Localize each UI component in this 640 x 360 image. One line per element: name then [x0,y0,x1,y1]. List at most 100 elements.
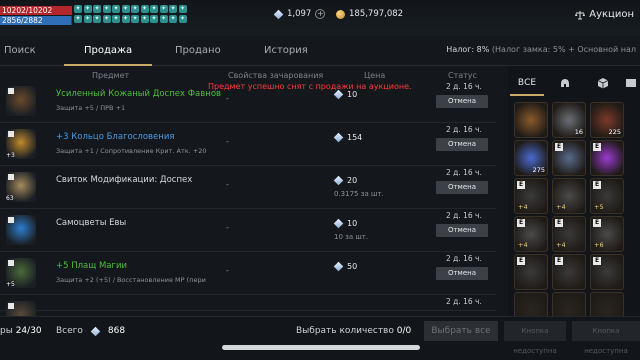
inventory-tab-all[interactable]: ВСЕ [510,70,544,96]
item-price: 154 [333,132,362,143]
slot-quantity: 16 [574,128,583,136]
item-time-left: 2 д. 16 ч. [446,297,482,306]
item-time-left: 2 д. 16 ч. [446,168,482,177]
disabled-button-1[interactable]: Кнопка недоступна [504,321,566,355]
inventory-slot[interactable]: E [514,254,548,290]
select-quantity-value: 0/0 [396,326,412,336]
disabled-button-2[interactable]: Кнопка недоступна [572,321,640,355]
buff-icon[interactable]: ✦ [93,15,101,23]
buff-icon[interactable]: ✦ [178,5,187,13]
total-earnings: Всего 868 [56,326,125,336]
buff-icon[interactable]: ✦ [83,5,92,13]
buff-icon[interactable]: ✦ [112,5,120,13]
column-enchant: Свойства зачарования [228,71,324,80]
scroll-icon [626,79,636,87]
listing-row[interactable]: 2 д. 16 ч. [0,295,496,331]
select-all-button[interactable]: Выбрать все [424,321,498,341]
mp-value: 2856/2882 [2,16,43,25]
inventory-slot[interactable]: E +4 [514,216,548,252]
enchant-badge-icon: E [555,219,563,227]
item-icon: +3 [6,129,36,159]
total-label: Всего [56,326,83,336]
item-price-value: 10 [347,219,358,228]
add-diamonds-button[interactable]: + [315,9,326,19]
tax-note: (Налог замка: 5% + Основной нал [491,45,636,54]
buff-icon[interactable]: ✦ [112,15,120,23]
inventory-slot[interactable] [514,102,548,138]
buff-icon[interactable]: ✦ [83,15,92,23]
cancel-listing-button[interactable]: Отмена [436,138,488,151]
buff-icon[interactable]: ✦ [93,5,101,13]
inventory-slot[interactable]: E [552,140,586,176]
buff-icon[interactable]: ✦ [131,5,139,13]
buff-icon[interactable]: ✦ [121,15,130,23]
buff-icon[interactable]: ✦ [121,5,130,13]
item-icon: +5 [6,258,36,288]
inventory-slot[interactable]: E [590,140,624,176]
item-price-value: 10 [347,90,358,99]
enchant-badge-icon: E [517,181,525,189]
buff-icon[interactable]: ✦ [140,5,149,13]
buff-icon[interactable]: ✦ [74,15,82,23]
diamond-icon [333,89,344,100]
inventory-slot[interactable]: +4 [552,178,586,214]
diamond-balance: 1,097 + [273,9,326,19]
cancel-listing-button[interactable]: Отмена [436,224,488,237]
listing-row[interactable]: +3 +3 Кольцо Благословения Защита +1 / Соп… [0,123,496,166]
item-price-value: 50 [347,262,358,271]
item-price: 10 [333,89,358,100]
cancel-listing-button[interactable]: Отмена [436,181,488,194]
inventory-slot[interactable]: 275 [514,140,548,176]
enchant-badge-icon: E [517,219,525,227]
buff-icon[interactable]: ✦ [74,5,82,13]
gold-coin-icon [336,9,345,19]
tab-history[interactable]: История [264,45,308,56]
inventory-tab-consumables[interactable] [586,70,620,96]
inventory-slot[interactable]: E +6 [590,216,624,252]
hp-bar: 10202/10202 [0,6,72,15]
enchant-badge-icon: E [593,143,601,151]
inventory-slot[interactable]: 225 [590,102,624,138]
buff-icon[interactable]: ✦ [150,15,158,23]
listing-row[interactable]: 63 Свиток Модификации: Доспех - 20 0.3175 за… [0,166,496,209]
buff-icon[interactable]: ✦ [178,15,187,23]
listing-row[interactable]: +5 +5 Плащ Магии Защита +2 (+5) / Восстано… [0,252,496,295]
buff-icon[interactable]: ✦ [131,15,139,23]
mp-bar: 2856/2882 [0,16,72,25]
inventory-slot[interactable]: E +4 [514,178,548,214]
tab-sell[interactable]: Продажа [84,45,132,56]
buff-icon[interactable]: ✦ [140,15,149,23]
listing-row[interactable]: Самоцветы Евы - 10 10 за шт. 2 д. 16 ч. Отмен… [0,209,496,252]
inventory-slot[interactable]: E [590,254,624,290]
enchant-badge-icon: E [593,219,601,227]
buff-icon[interactable]: ✦ [150,5,158,13]
enchant-badge-icon: E [517,257,525,265]
item-icon [6,86,36,116]
buff-icon[interactable]: ✦ [159,5,168,13]
tax-info: Налог: 8% (Налог замка: 5% + Основной на… [446,45,636,54]
inventory-slot[interactable]: E +5 [590,178,624,214]
inventory-slot[interactable]: E +4 [552,216,586,252]
inventory-tab-equipment[interactable] [548,70,582,96]
inventory-tab-misc[interactable] [622,70,640,96]
item-enchant: - [226,223,229,232]
buff-icon[interactable]: ✦ [169,15,177,23]
cancel-listing-button[interactable]: Отмена [436,95,488,108]
buff-icon[interactable]: ✦ [159,15,168,23]
buff-bar[interactable]: ✦ ✦ ✦ ✦ ✦ ✦ ✦ ✦ ✦ ✦ ✦ ✦ ✦ ✦ ✦ ✦ ✦ ✦ ✦ ✦ ✦ ✦ ✦ ✦ [74,5,190,27]
tab-sold[interactable]: Продано [175,45,221,56]
tab-search[interactable]: Поиск [4,45,36,56]
item-price: 50 [333,261,358,272]
diamond-icon [333,175,344,186]
buff-icon[interactable]: ✦ [102,5,111,13]
inventory-slot[interactable]: 16 [552,102,586,138]
tax-rate: Налог: 8% [446,45,490,54]
buff-icon[interactable]: ✦ [102,15,111,23]
equipped-badge-icon [8,303,14,309]
window-title: Аукцион [575,9,634,20]
inventory-slot[interactable]: E [552,254,586,290]
item-icon [6,215,36,245]
buff-icon[interactable]: ✦ [169,5,177,13]
gold-balance: 185,797,082 [336,9,403,19]
cancel-listing-button[interactable]: Отмена [436,267,488,280]
